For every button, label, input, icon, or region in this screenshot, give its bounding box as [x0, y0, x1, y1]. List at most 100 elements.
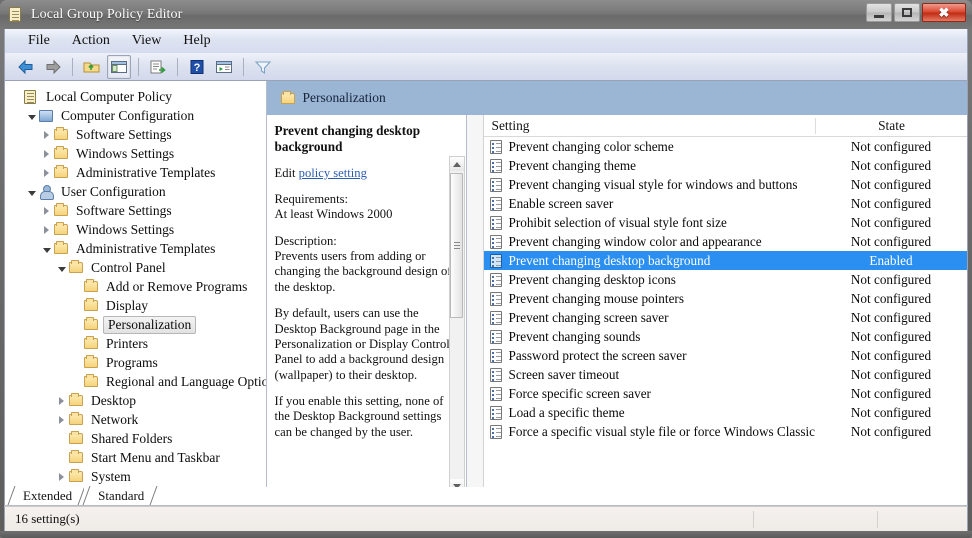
table-row[interactable]: Force specific screen saver Not configure… [484, 384, 967, 403]
tree-node-software-settings[interactable]: Software Settings [9, 201, 266, 220]
table-row[interactable]: Screen saver timeout Not configured [484, 365, 967, 384]
menu-item-action[interactable]: Action [61, 31, 121, 51]
menu-item-help[interactable]: Help [172, 31, 221, 51]
cell-setting: Prevent changing sounds [484, 329, 815, 345]
toolbar-separator [72, 57, 73, 76]
tree-node-user-configuration[interactable]: User Configuration [9, 182, 266, 201]
cell-state: Not configured [850, 176, 932, 192]
policy-setting-icon [489, 234, 502, 249]
show-hide-console-tree-icon[interactable] [107, 54, 131, 79]
tree-node-label: Programs [106, 354, 158, 370]
list-vertical-scrollbar[interactable] [466, 115, 484, 506]
console-tree[interactable]: Local Computer Policy Computer Configurat… [5, 81, 267, 506]
chevron-down-icon[interactable] [24, 106, 39, 125]
scroll-thumb[interactable] [450, 173, 464, 318]
tree-node-regional-and-language-options[interactable]: Regional and Language Options [9, 372, 266, 391]
tree-node-software-settings[interactable]: Software Settings [9, 125, 266, 144]
toolbar-separator [138, 57, 139, 76]
show-hide-action-pane-icon[interactable] [212, 55, 236, 79]
chevron-down-icon[interactable] [24, 182, 39, 201]
settings-list[interactable]: Setting State Prevent changing color sch… [483, 115, 967, 506]
tree-node-control-panel[interactable]: Control Panel [9, 258, 266, 277]
table-row[interactable]: Prevent changing desktop icons Not config… [484, 270, 967, 289]
tree-node-administrative-templates[interactable]: Administrative Templates [9, 239, 266, 258]
maximize-button[interactable] [894, 3, 920, 22]
folder-icon [54, 165, 71, 178]
table-row[interactable]: Prevent changing window color and appear… [484, 232, 967, 251]
tree-node-desktop[interactable]: Desktop [9, 391, 266, 410]
tree-node-windows-settings[interactable]: Windows Settings [9, 220, 266, 239]
table-row[interactable]: Force a specific visual style file or fo… [484, 422, 967, 441]
policy-setting-icon [489, 215, 502, 230]
tree-node-shared-folders[interactable]: Shared Folders [9, 429, 266, 448]
table-row[interactable]: Prevent changing visual style for window… [484, 175, 967, 194]
policy-setting-icon [489, 272, 502, 287]
tree-node-network[interactable]: Network [9, 410, 266, 429]
chevron-right-icon[interactable] [39, 201, 54, 220]
tab-standard[interactable]: Standard [84, 486, 157, 505]
table-row[interactable]: Password protect the screen saver Not con… [484, 346, 967, 365]
table-row[interactable]: Prevent changing theme Not configured [484, 156, 967, 175]
chevron-down-icon[interactable] [54, 258, 69, 277]
cell-setting: Enable screen saver [484, 196, 815, 212]
description-vertical-scrollbar[interactable] [448, 156, 465, 494]
chevron-right-icon[interactable] [54, 467, 69, 486]
cell-setting: Prevent changing desktop icons [484, 272, 815, 288]
tree-node-local-computer-policy[interactable]: Local Computer Policy [9, 87, 266, 106]
table-row[interactable]: Prevent changing desktop background Enabl… [483, 251, 967, 270]
policy-setting-icon [489, 158, 502, 173]
policy-setting-link[interactable]: policy setting [299, 166, 367, 180]
tree-node-add-or-remove-programs[interactable]: Add or Remove Programs [9, 277, 266, 296]
chevron-right-icon[interactable] [39, 144, 54, 163]
chevron-down-icon[interactable] [39, 239, 54, 258]
table-row[interactable]: Load a specific theme Not configured [484, 403, 967, 422]
tree-node-system[interactable]: System [9, 467, 266, 486]
tree-node-label: Windows Settings [76, 221, 175, 237]
policy-setting-icon [489, 386, 502, 401]
tree-node-computer-configuration[interactable]: Computer Configuration [9, 106, 266, 125]
tree-node-printers[interactable]: Printers [9, 334, 266, 353]
tree-node-display[interactable]: Display [9, 296, 266, 315]
menu-item-file[interactable]: File [17, 31, 61, 51]
edit-prefix-label: Edit [274, 165, 299, 180]
chevron-right-icon[interactable] [39, 125, 54, 144]
export-list-icon[interactable] [146, 55, 170, 79]
tab-extended[interactable]: Extended [9, 486, 85, 505]
menu-item-view[interactable]: View [121, 31, 172, 51]
tree-node-programs[interactable]: Programs [9, 353, 266, 372]
setting-name-label: Password protect the screen saver [508, 347, 687, 363]
help-icon[interactable]: ? [185, 55, 209, 79]
close-button[interactable]: ✖ [922, 3, 966, 22]
chevron-right-icon[interactable] [39, 220, 54, 239]
table-row[interactable]: Prohibit selection of visual style font … [484, 213, 967, 232]
filter-icon[interactable] [251, 55, 275, 79]
status-bar: 16 setting(s) [4, 506, 968, 531]
tree-node-start-menu-and-taskbar[interactable]: Start Menu and Taskbar [9, 448, 266, 467]
chevron-right-icon[interactable] [54, 410, 69, 429]
folder-icon [69, 260, 86, 273]
column-header-setting[interactable]: Setting [484, 118, 815, 134]
chevron-right-icon[interactable] [39, 163, 54, 182]
folder-icon [69, 469, 86, 482]
table-row[interactable]: Prevent changing color scheme Not configu… [484, 137, 967, 156]
tree-node-label: System [91, 468, 131, 484]
cell-setting: Prevent changing screen saver [484, 310, 815, 326]
tree-node-windows-settings[interactable]: Windows Settings [9, 144, 266, 163]
back-arrow-icon[interactable] [14, 55, 38, 79]
table-row[interactable]: Enable screen saver Not configured [484, 194, 967, 213]
tree-node-personalization[interactable]: Personalization [9, 315, 266, 334]
table-row[interactable]: Prevent changing sounds Not configured [484, 327, 967, 346]
up-one-level-folder-icon[interactable] [80, 55, 104, 79]
scroll-up-arrow-icon[interactable] [449, 157, 464, 171]
chevron-right-icon[interactable] [54, 391, 69, 410]
column-header-state[interactable]: State [815, 117, 967, 134]
cell-setting: Password protect the screen saver [484, 348, 815, 364]
minimize-button[interactable] [866, 3, 892, 22]
forward-arrow-icon[interactable] [41, 55, 65, 79]
table-row[interactable]: Prevent changing mouse pointers Not confi… [484, 289, 967, 308]
folder-icon [280, 90, 295, 104]
table-row[interactable]: Prevent changing screen saver Not configu… [484, 308, 967, 327]
tree-node-administrative-templates[interactable]: Administrative Templates [9, 163, 266, 182]
